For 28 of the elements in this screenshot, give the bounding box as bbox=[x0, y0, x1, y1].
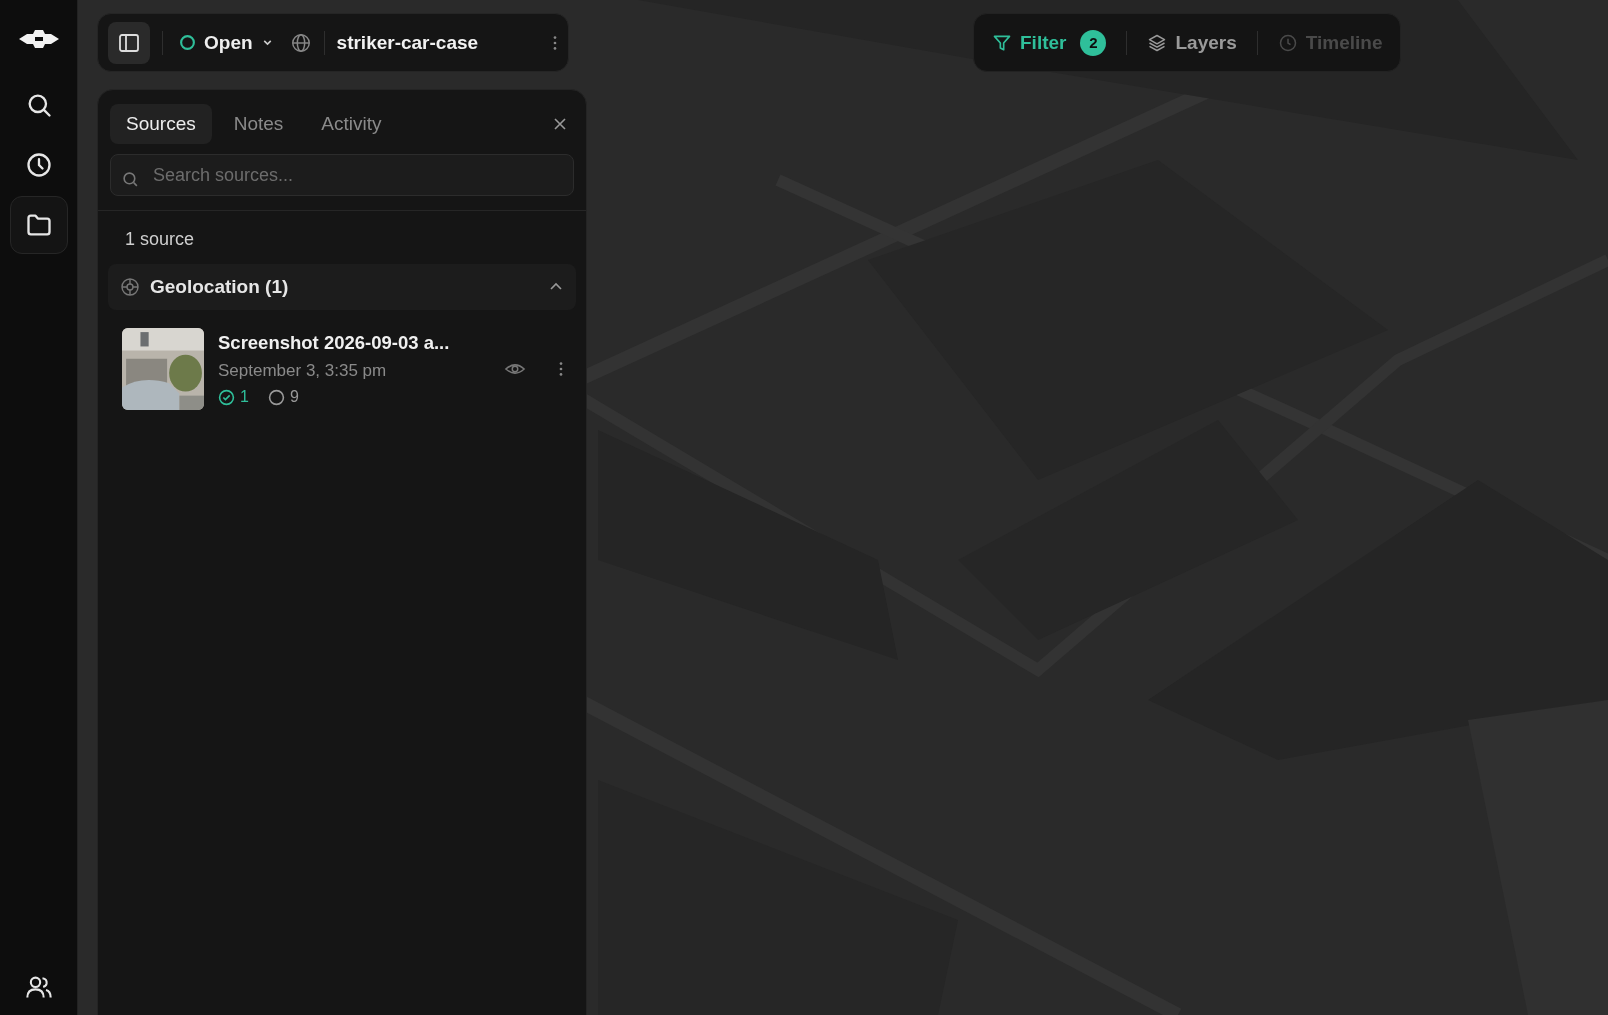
project-name: striker-car-case bbox=[336, 31, 480, 54]
check-circle-icon bbox=[218, 388, 235, 406]
panel-tab[interactable]: Notes bbox=[217, 104, 300, 144]
circle-icon bbox=[267, 388, 285, 406]
layers-icon bbox=[1147, 32, 1168, 53]
crosshair-icon bbox=[120, 277, 140, 297]
more-icon[interactable] bbox=[552, 33, 558, 52]
search-field[interactable]: Search sources... bbox=[110, 154, 574, 196]
source-date: September 3, 3:35 pm bbox=[218, 361, 388, 381]
panel-tab[interactable]: Activity bbox=[305, 104, 398, 144]
globe-icon[interactable] bbox=[289, 31, 312, 54]
filter-button[interactable]: Filter 2 bbox=[992, 29, 1107, 56]
clock-icon bbox=[1277, 32, 1298, 53]
confirmed-count: 1 bbox=[240, 388, 249, 406]
pending-count: 9 bbox=[289, 388, 299, 406]
source-title[interactable]: Screenshot 2026-09-03 a... bbox=[218, 332, 490, 354]
layers-button[interactable]: Layers bbox=[1147, 31, 1237, 54]
folder-rail-button[interactable] bbox=[9, 196, 68, 254]
more-icon[interactable] bbox=[558, 360, 564, 378]
close-icon[interactable] bbox=[552, 116, 568, 132]
panel-tab[interactable]: Sources bbox=[110, 104, 212, 144]
status-circle-icon bbox=[179, 34, 196, 51]
count-badge: 2 bbox=[1080, 29, 1107, 56]
source-count: 1 source bbox=[124, 228, 196, 251]
status-dropdown[interactable]: Open bbox=[175, 31, 278, 54]
sidebar-toggle-button[interactable] bbox=[108, 21, 150, 64]
clock-icon bbox=[24, 151, 53, 179]
group-header[interactable]: Geolocation (1) bbox=[108, 264, 576, 310]
